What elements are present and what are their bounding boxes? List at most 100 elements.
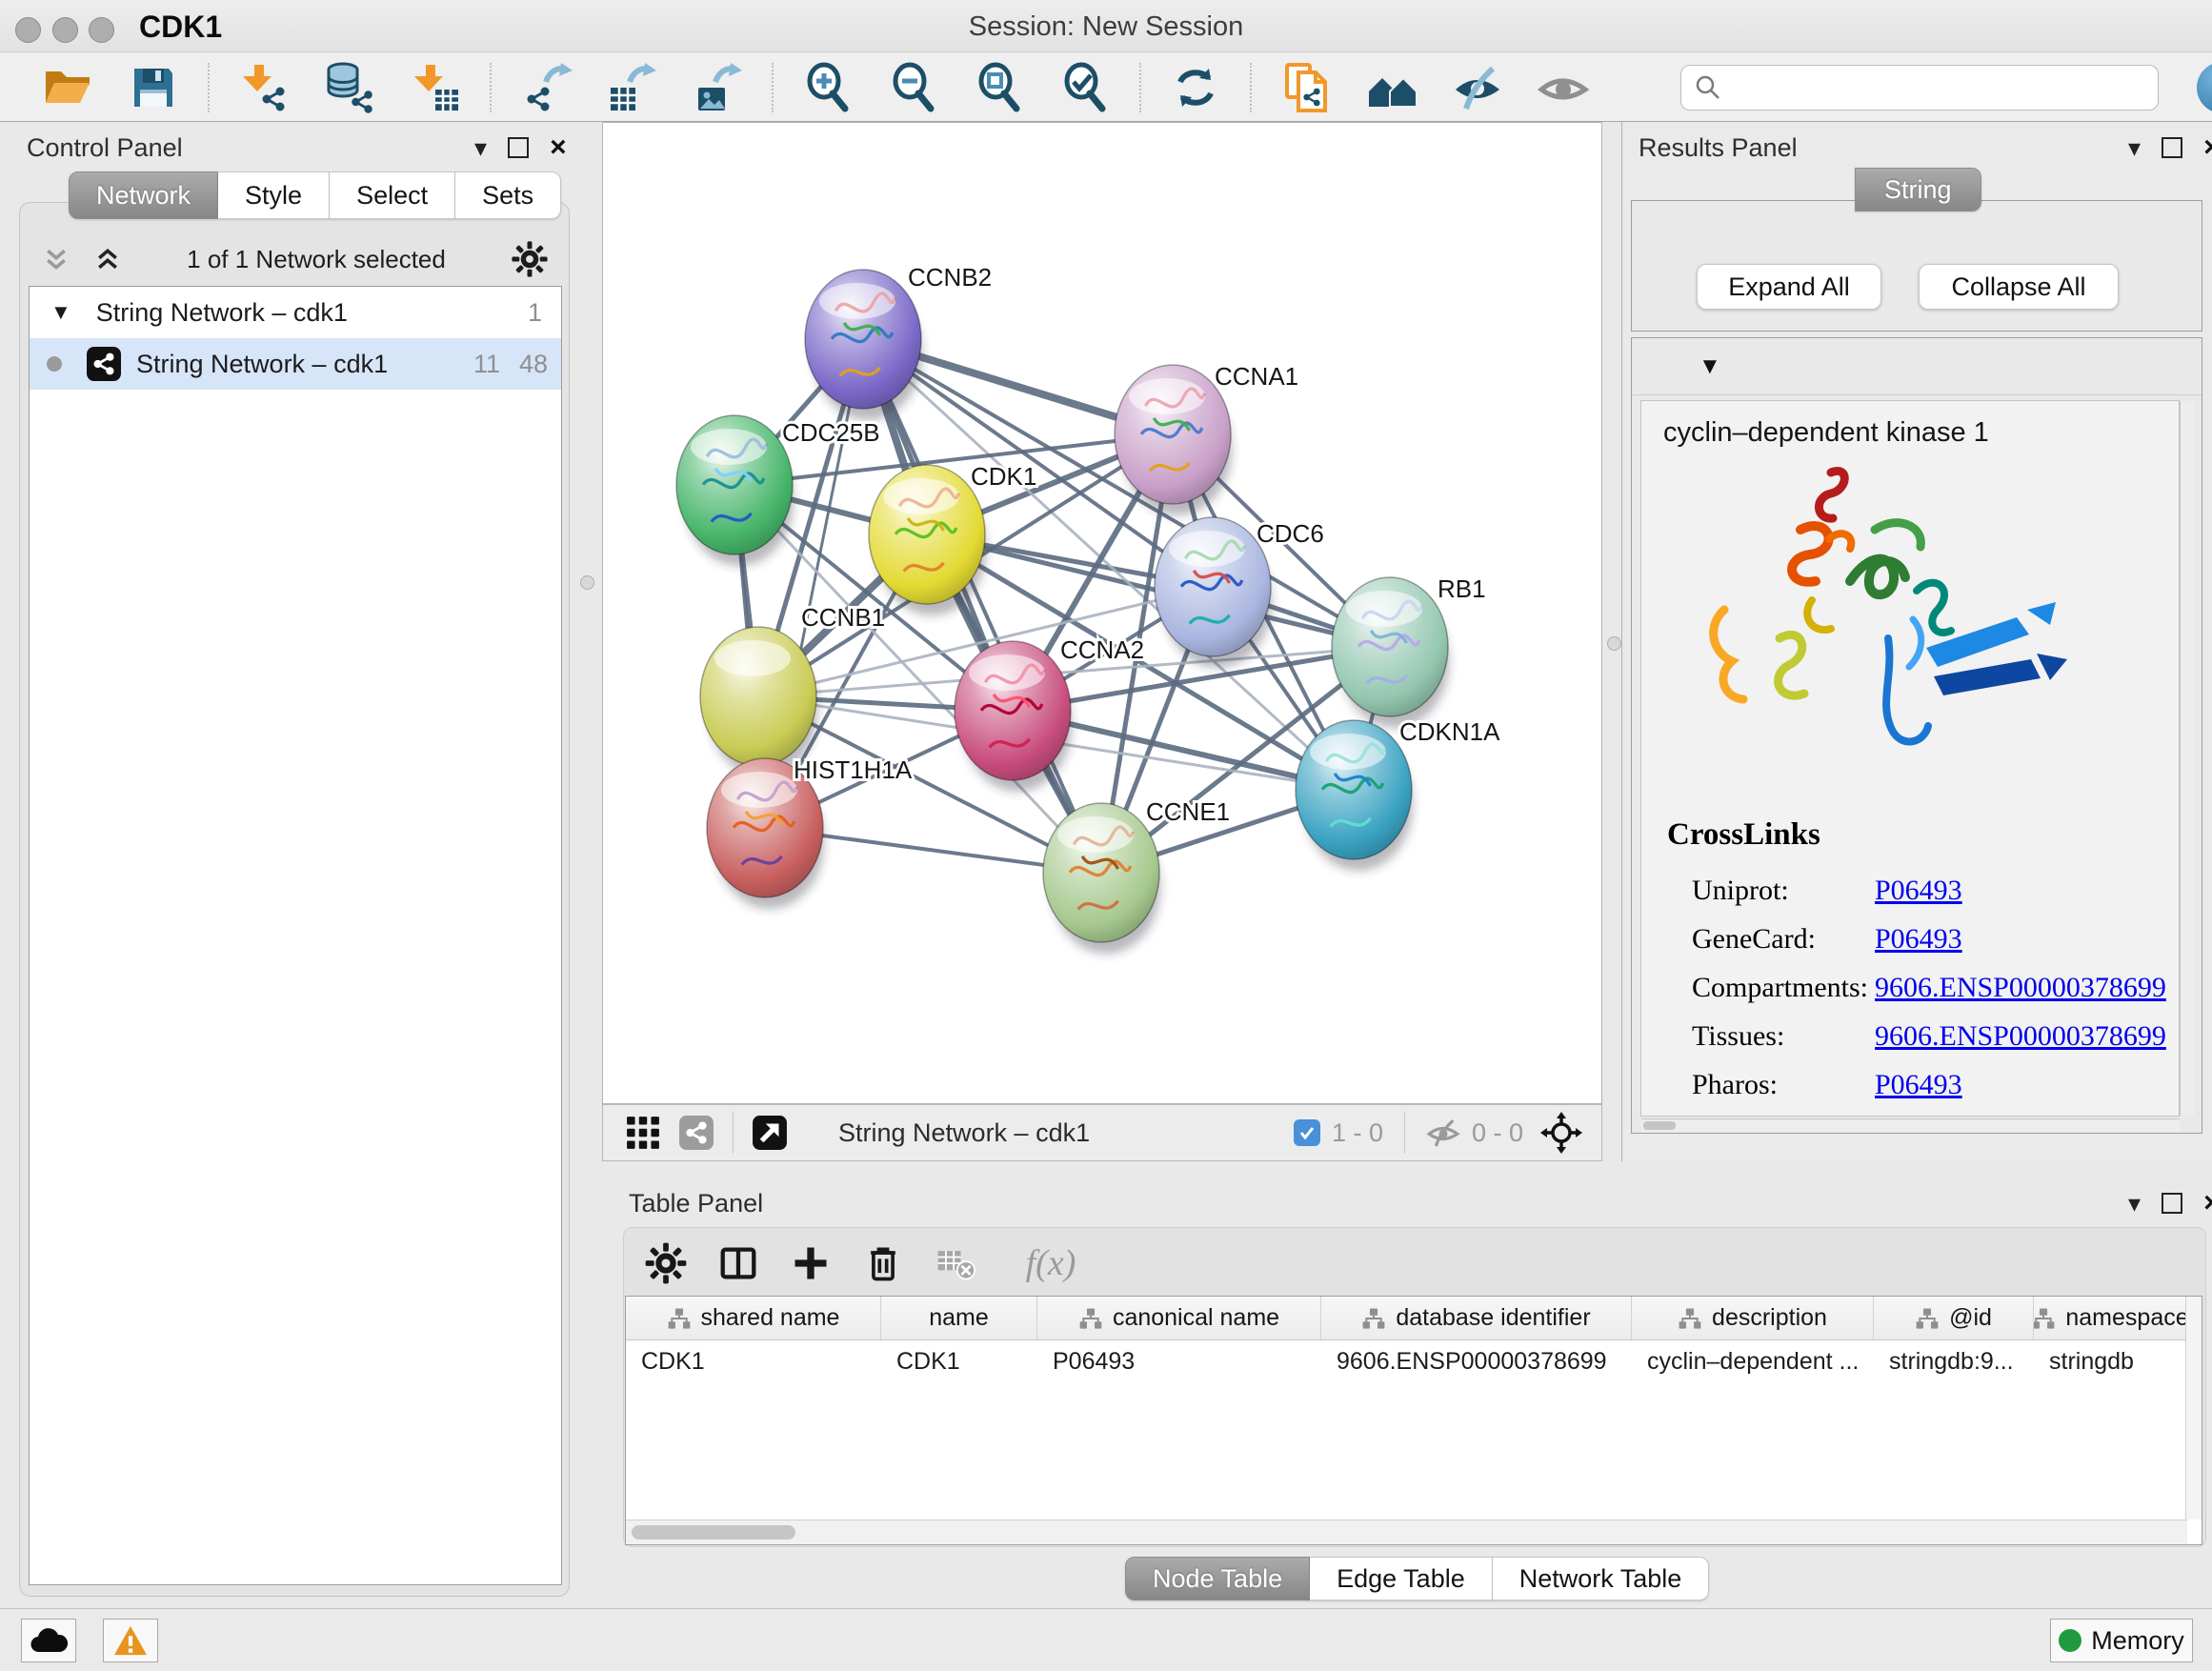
network-node-RB1[interactable]: RB1 <box>1332 574 1486 728</box>
results-horizontal-scrollbar[interactable] <box>1641 1118 2180 1132</box>
tab-sets[interactable]: Sets <box>455 171 561 219</box>
right-splitter-handle[interactable] <box>1607 636 1621 651</box>
collapse-triangle-icon[interactable]: ▼ <box>50 300 71 325</box>
table-cell[interactable]: P06493 <box>1037 1340 1321 1382</box>
column-header-name[interactable]: name <box>881 1297 1037 1339</box>
column-header-namespace[interactable]: namespace <box>2034 1297 2187 1339</box>
search-input[interactable] <box>1680 65 2159 111</box>
control-panel-close-icon[interactable]: × <box>550 133 567 162</box>
show-all-networks-button[interactable] <box>1349 57 1435 118</box>
clone-network-button[interactable] <box>1263 57 1349 118</box>
zoom-out-button[interactable] <box>871 57 956 118</box>
table-options-button[interactable] <box>636 1237 695 1290</box>
import-network-from-database-button[interactable] <box>307 57 392 118</box>
memory-status-button[interactable]: Memory <box>2050 1619 2193 1662</box>
help-button[interactable]: ? <box>2197 62 2212 113</box>
grid-view-button[interactable] <box>616 1110 670 1156</box>
import-network-button[interactable] <box>221 57 307 118</box>
network-node-CDKN1A[interactable]: CDKN1A <box>1296 717 1500 871</box>
show-hidden-button[interactable] <box>1520 57 1606 118</box>
zoom-selected-button[interactable] <box>1042 57 1128 118</box>
network-node-CCNA1[interactable]: CCNA1 <box>1115 362 1298 515</box>
table-cell[interactable]: CDK1 <box>626 1340 881 1382</box>
expand-all-button[interactable]: Expand All <box>1697 264 1881 310</box>
crosslink-link[interactable]: P06493 <box>1875 923 1962 956</box>
network-node-HIST1H1A[interactable]: HIST1H1A <box>707 755 913 909</box>
gene-header-row[interactable]: ▼ <box>1632 338 2202 395</box>
fit-selected-crosshair-button[interactable] <box>1535 1110 1588 1156</box>
results-panel-float-icon[interactable]: ▾ <box>2128 135 2141 160</box>
create-column-button[interactable] <box>781 1237 840 1290</box>
export-network-button[interactable] <box>503 57 589 118</box>
column-type-icon <box>1678 1306 1702 1331</box>
crosslink-link[interactable]: P06493 <box>1875 875 1962 907</box>
table-cell[interactable]: cyclin–dependent ... <box>1632 1340 1874 1382</box>
zoom-out-icon <box>887 61 940 114</box>
zoom-fit-button[interactable] <box>956 57 1042 118</box>
tab-node-table[interactable]: Node Table <box>1125 1557 1310 1601</box>
tab-network[interactable]: Network <box>69 171 218 219</box>
table-horizontal-scrollbar[interactable] <box>626 1520 2187 1544</box>
save-session-button[interactable] <box>111 57 196 118</box>
table-cell[interactable]: 9606.ENSP00000378699 <box>1321 1340 1632 1382</box>
network-node-CDC25B[interactable]: CDC25B <box>676 415 880 566</box>
collapse-all-networks-icon[interactable] <box>42 245 70 273</box>
cloud-status-button[interactable] <box>21 1619 76 1662</box>
delete-column-button[interactable] <box>854 1237 913 1290</box>
collapse-all-button[interactable]: Collapse All <box>1919 264 2119 310</box>
table-panel-maximize-icon[interactable] <box>2162 1193 2182 1214</box>
results-panel-maximize-icon[interactable] <box>2162 137 2182 158</box>
birdseye-view-button[interactable] <box>743 1110 796 1156</box>
control-panel-maximize-icon[interactable] <box>508 137 529 158</box>
selected-checkbox-icon[interactable] <box>1294 1119 1320 1146</box>
crosslink-link[interactable]: 9606.ENSP00000378699 <box>1875 972 2166 1004</box>
table-cell[interactable]: stringdb <box>2034 1340 2187 1382</box>
network-node-CCNE1[interactable]: CCNE1 <box>1043 797 1230 954</box>
export-table-button[interactable] <box>589 57 674 118</box>
crosslink-link[interactable]: P06493 <box>1875 1069 1962 1101</box>
table-cell[interactable]: stringdb:9... <box>1874 1340 2034 1382</box>
scrollbar-thumb[interactable] <box>632 1525 795 1540</box>
hide-selected-button[interactable] <box>1435 57 1520 118</box>
tab-style[interactable]: Style <box>218 171 330 219</box>
network-node-CDK1[interactable]: CDK1 <box>869 462 1036 615</box>
table-vertical-scrollbar[interactable] <box>2185 1297 2202 1520</box>
tab-select[interactable]: Select <box>330 171 455 219</box>
network-node-label: HIST1H1A <box>794 755 913 784</box>
tab-network-table[interactable]: Network Table <box>1493 1557 1710 1601</box>
network-options-gear-icon[interactable] <box>511 240 549 278</box>
crosslink-link[interactable]: 9606.ENSP00000378699 <box>1875 1020 2166 1053</box>
open-session-button[interactable] <box>25 57 111 118</box>
warnings-button[interactable] <box>103 1619 158 1662</box>
collapse-triangle-icon[interactable]: ▼ <box>1699 353 1721 380</box>
control-panel-float-icon[interactable]: ▾ <box>474 135 487 160</box>
table-cell[interactable]: CDK1 <box>881 1340 1037 1382</box>
tab-string[interactable]: String <box>1855 168 1981 211</box>
table-panel-close-icon[interactable]: × <box>2203 1189 2212 1218</box>
network-node-CCNA2[interactable]: CCNA2 <box>955 635 1144 792</box>
apply-layout-refresh-button[interactable] <box>1153 57 1238 118</box>
network-collection-row[interactable]: ▼ String Network – cdk1 1 <box>30 287 561 338</box>
network-view-mode-button[interactable] <box>670 1110 723 1156</box>
network-node-CCNB1[interactable]: CCNB1 <box>700 603 885 777</box>
column-header-canonical-name[interactable]: canonical name <box>1037 1297 1321 1339</box>
left-splitter-handle[interactable] <box>580 575 594 590</box>
table-panel-float-icon[interactable]: ▾ <box>2128 1191 2141 1216</box>
network-row-selected[interactable]: String Network – cdk1 11 48 <box>30 338 561 390</box>
column-header-shared-name[interactable]: shared name <box>626 1297 881 1339</box>
table-row[interactable]: CDK1CDK1P064939606.ENSP00000378699cyclin… <box>626 1340 2202 1382</box>
column-header-description[interactable]: description <box>1632 1297 1874 1339</box>
network-view-canvas[interactable]: CCNB2CCNA1CDC25BCDK1CDC6RB1CCNB1CCNA2CDK… <box>602 122 1602 1104</box>
delete-table-icon <box>935 1242 976 1284</box>
import-table-button[interactable] <box>392 57 478 118</box>
cloud-icon <box>30 1626 68 1655</box>
tab-edge-table[interactable]: Edge Table <box>1310 1557 1493 1601</box>
zoom-in-button[interactable] <box>785 57 871 118</box>
results-vertical-scrollbar[interactable] <box>2180 401 2195 1116</box>
expand-all-networks-icon[interactable] <box>93 245 122 273</box>
column-header--id[interactable]: @id <box>1874 1297 2034 1339</box>
column-header-database-identifier[interactable]: database identifier <box>1321 1297 1632 1339</box>
results-panel-close-icon[interactable]: × <box>2203 133 2212 162</box>
export-image-button[interactable] <box>674 57 760 118</box>
show-column-button[interactable] <box>709 1237 768 1290</box>
